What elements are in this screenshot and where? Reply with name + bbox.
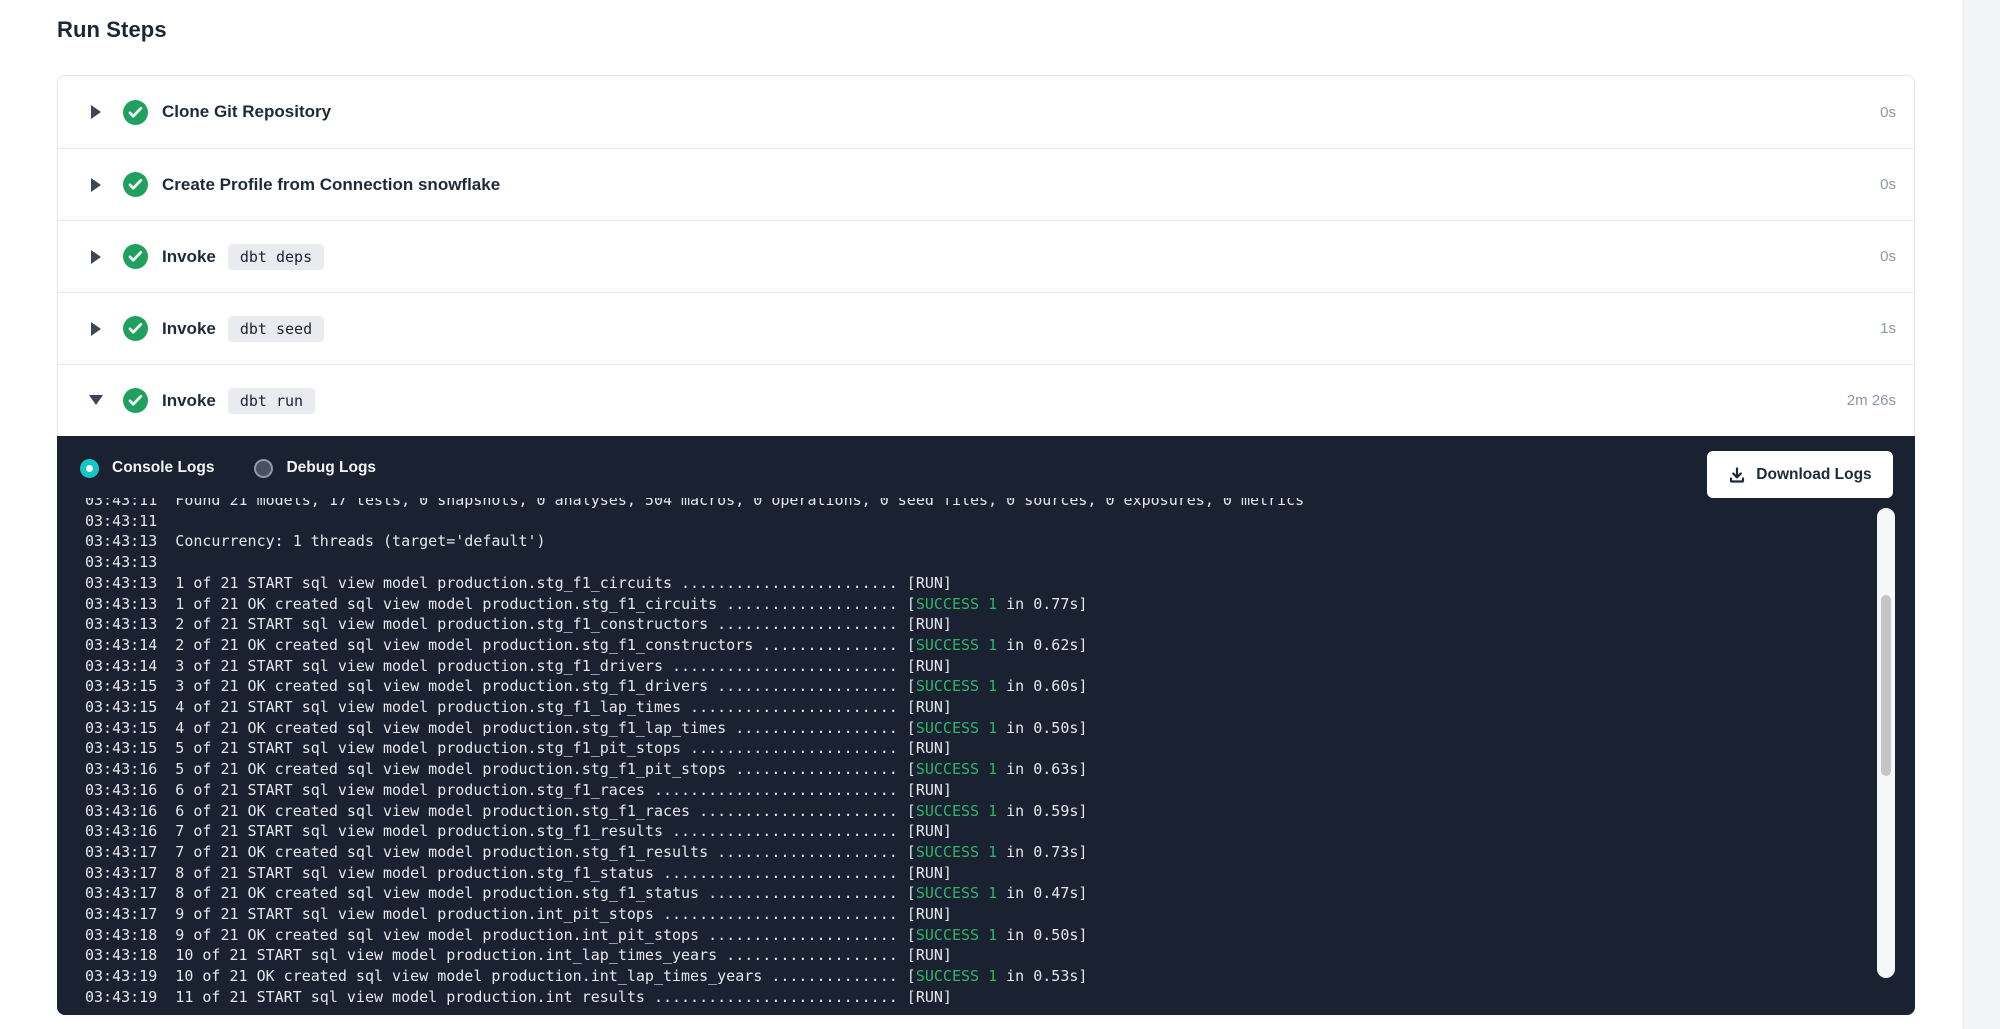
command-badge: dbt seed xyxy=(228,316,324,342)
step-label: Invoke xyxy=(162,247,216,267)
debug-logs-radio[interactable]: Debug Logs xyxy=(254,459,376,478)
log-line: 03:43:16 6 of 21 OK created sql view mod… xyxy=(85,801,1855,822)
step-row[interactable]: Invoke dbt seed 1s xyxy=(58,292,1914,364)
log-line: 03:43:15 4 of 21 OK created sql view mod… xyxy=(85,718,1855,739)
log-lines: 03:43:11 Found 21 models, 17 tests, 0 sn… xyxy=(85,498,1855,1005)
log-line: 03:43:13 1 of 21 START sql view model pr… xyxy=(85,573,1855,594)
run-steps-card: Clone Git Repository0sCreate Profile fro… xyxy=(57,75,1915,1015)
log-line: 03:43:18 10 of 21 START sql view model p… xyxy=(85,945,1855,966)
console-logs-radio[interactable]: Console Logs xyxy=(80,459,214,478)
success-check-icon xyxy=(123,316,148,341)
log-line: 03:43:13 xyxy=(85,552,1855,573)
chevron-right-icon[interactable] xyxy=(89,105,103,119)
command-badge: dbt deps xyxy=(228,244,324,270)
log-line: 03:43:13 1 of 21 OK created sql view mod… xyxy=(85,594,1855,615)
success-status: SUCCESS 1 xyxy=(916,595,997,613)
success-status: SUCCESS 1 xyxy=(916,884,997,902)
success-status: SUCCESS 1 xyxy=(916,843,997,861)
step-duration: 0s xyxy=(1880,248,1896,265)
chevron-right-icon[interactable] xyxy=(89,250,103,264)
log-line: 03:43:16 6 of 21 START sql view model pr… xyxy=(85,780,1855,801)
step-duration: 2m 26s xyxy=(1847,392,1896,409)
step-row[interactable]: Invoke dbt run 2m 26s xyxy=(58,364,1914,436)
page-right-gutter xyxy=(1963,0,2000,1029)
step-duration: 0s xyxy=(1880,176,1896,193)
log-line: 03:43:16 7 of 21 START sql view model pr… xyxy=(85,821,1855,842)
chevron-right-icon[interactable] xyxy=(89,322,103,336)
success-status: SUCCESS 1 xyxy=(916,677,997,695)
download-logs-label: Download Logs xyxy=(1756,466,1871,484)
console-scrollbar-track[interactable] xyxy=(1877,508,1895,978)
log-line: 03:43:11 Found 21 models, 17 tests, 0 sn… xyxy=(85,498,1855,511)
console-panel: Console Logs Debug Logs xyxy=(57,436,1915,1015)
chevron-right-icon[interactable] xyxy=(89,178,103,192)
step-label: Clone Git Repository xyxy=(162,102,331,122)
log-line: 03:43:17 7 of 21 OK created sql view mod… xyxy=(85,842,1855,863)
log-line: 03:43:11 xyxy=(85,511,1855,532)
console-log-output: 03:43:11 Found 21 models, 17 tests, 0 sn… xyxy=(85,498,1855,1005)
page-title: Run Steps xyxy=(57,17,167,43)
download-icon xyxy=(1728,466,1746,484)
debug-logs-label[interactable]: Debug Logs xyxy=(286,459,376,477)
success-check-icon xyxy=(123,100,148,125)
success-status: SUCCESS 1 xyxy=(916,967,997,985)
success-status: SUCCESS 1 xyxy=(916,636,997,654)
step-label: Invoke xyxy=(162,391,216,411)
step-row[interactable]: Invoke dbt deps 0s xyxy=(58,220,1914,292)
command-badge: dbt run xyxy=(228,388,315,414)
chevron-down-icon[interactable] xyxy=(89,394,103,408)
success-check-icon xyxy=(123,388,148,413)
step-duration: 1s xyxy=(1880,320,1896,337)
log-line: 03:43:13 2 of 21 START sql view model pr… xyxy=(85,614,1855,635)
log-line: 03:43:14 3 of 21 START sql view model pr… xyxy=(85,656,1855,677)
log-line: 03:43:14 2 of 21 OK created sql view mod… xyxy=(85,635,1855,656)
steps-list: Clone Git Repository0sCreate Profile fro… xyxy=(58,76,1914,436)
success-status: SUCCESS 1 xyxy=(916,926,997,944)
log-line: 03:43:15 3 of 21 OK created sql view mod… xyxy=(85,676,1855,697)
log-line: 03:43:19 11 of 21 START sql view model p… xyxy=(85,987,1855,1005)
log-line: 03:43:15 4 of 21 START sql view model pr… xyxy=(85,697,1855,718)
success-status: SUCCESS 1 xyxy=(916,802,997,820)
download-logs-button[interactable]: Download Logs xyxy=(1707,451,1893,498)
step-label: Invoke xyxy=(162,319,216,339)
success-status: SUCCESS 1 xyxy=(916,760,997,778)
success-status: SUCCESS 1 xyxy=(916,719,997,737)
log-line: 03:43:18 9 of 21 OK created sql view mod… xyxy=(85,925,1855,946)
radio-unselected-icon[interactable] xyxy=(254,459,273,478)
success-check-icon xyxy=(123,172,148,197)
step-row[interactable]: Clone Git Repository 0s xyxy=(58,76,1914,148)
console-scrollbar-thumb[interactable] xyxy=(1881,595,1891,776)
log-line: 03:43:15 5 of 21 START sql view model pr… xyxy=(85,738,1855,759)
radio-selected-icon[interactable] xyxy=(80,459,99,478)
log-line: 03:43:17 8 of 21 START sql view model pr… xyxy=(85,863,1855,884)
log-line: 03:43:16 5 of 21 OK created sql view mod… xyxy=(85,759,1855,780)
log-type-radio-group: Console Logs Debug Logs xyxy=(80,459,376,478)
run-steps-page: Run Steps Clone Git Repository0sCreate P… xyxy=(0,0,2000,1029)
success-check-icon xyxy=(123,244,148,269)
step-row[interactable]: Create Profile from Connection snowflake… xyxy=(58,148,1914,220)
log-line: 03:43:13 Concurrency: 1 threads (target=… xyxy=(85,531,1855,552)
step-label: Create Profile from Connection snowflake xyxy=(162,175,500,195)
step-duration: 0s xyxy=(1880,104,1896,121)
log-line: 03:43:17 9 of 21 START sql view model pr… xyxy=(85,904,1855,925)
log-line: 03:43:19 10 of 21 OK created sql view mo… xyxy=(85,966,1855,987)
log-line: 03:43:17 8 of 21 OK created sql view mod… xyxy=(85,883,1855,904)
console-logs-label[interactable]: Console Logs xyxy=(112,459,214,477)
console-header: Console Logs Debug Logs xyxy=(57,436,1915,500)
